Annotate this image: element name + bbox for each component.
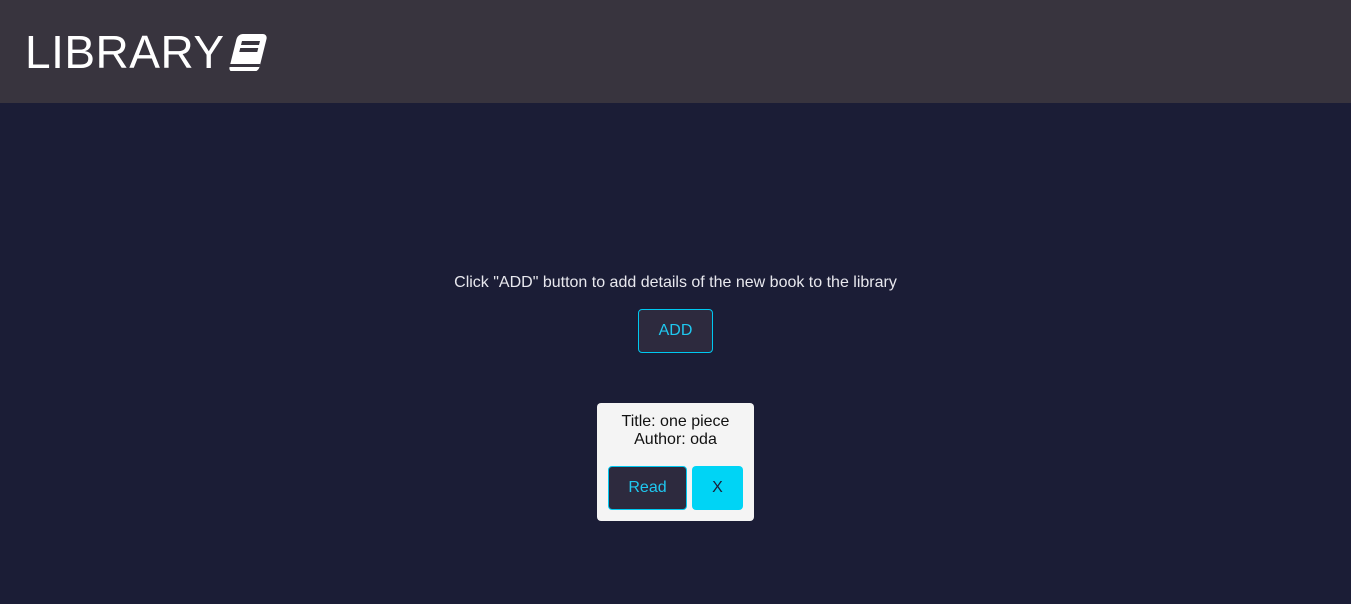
book-title: Title: one piece — [621, 413, 730, 430]
add-book-button[interactable]: ADD — [638, 309, 713, 353]
instruction-text: Click "ADD" button to add details of the… — [454, 274, 897, 291]
remove-book-button[interactable]: X — [692, 466, 743, 510]
book-icon — [225, 33, 267, 73]
app-title: LIBRARY — [25, 25, 225, 78]
app-logo: LIBRARY — [25, 29, 272, 75]
book-details: Title: one piece Author: oda — [597, 413, 754, 449]
read-status-button[interactable]: Read — [608, 466, 687, 510]
book-card: Title: one piece Author: oda Read X — [597, 403, 754, 521]
book-author: Author: oda — [634, 431, 717, 448]
app-header: LIBRARY — [0, 0, 1351, 103]
